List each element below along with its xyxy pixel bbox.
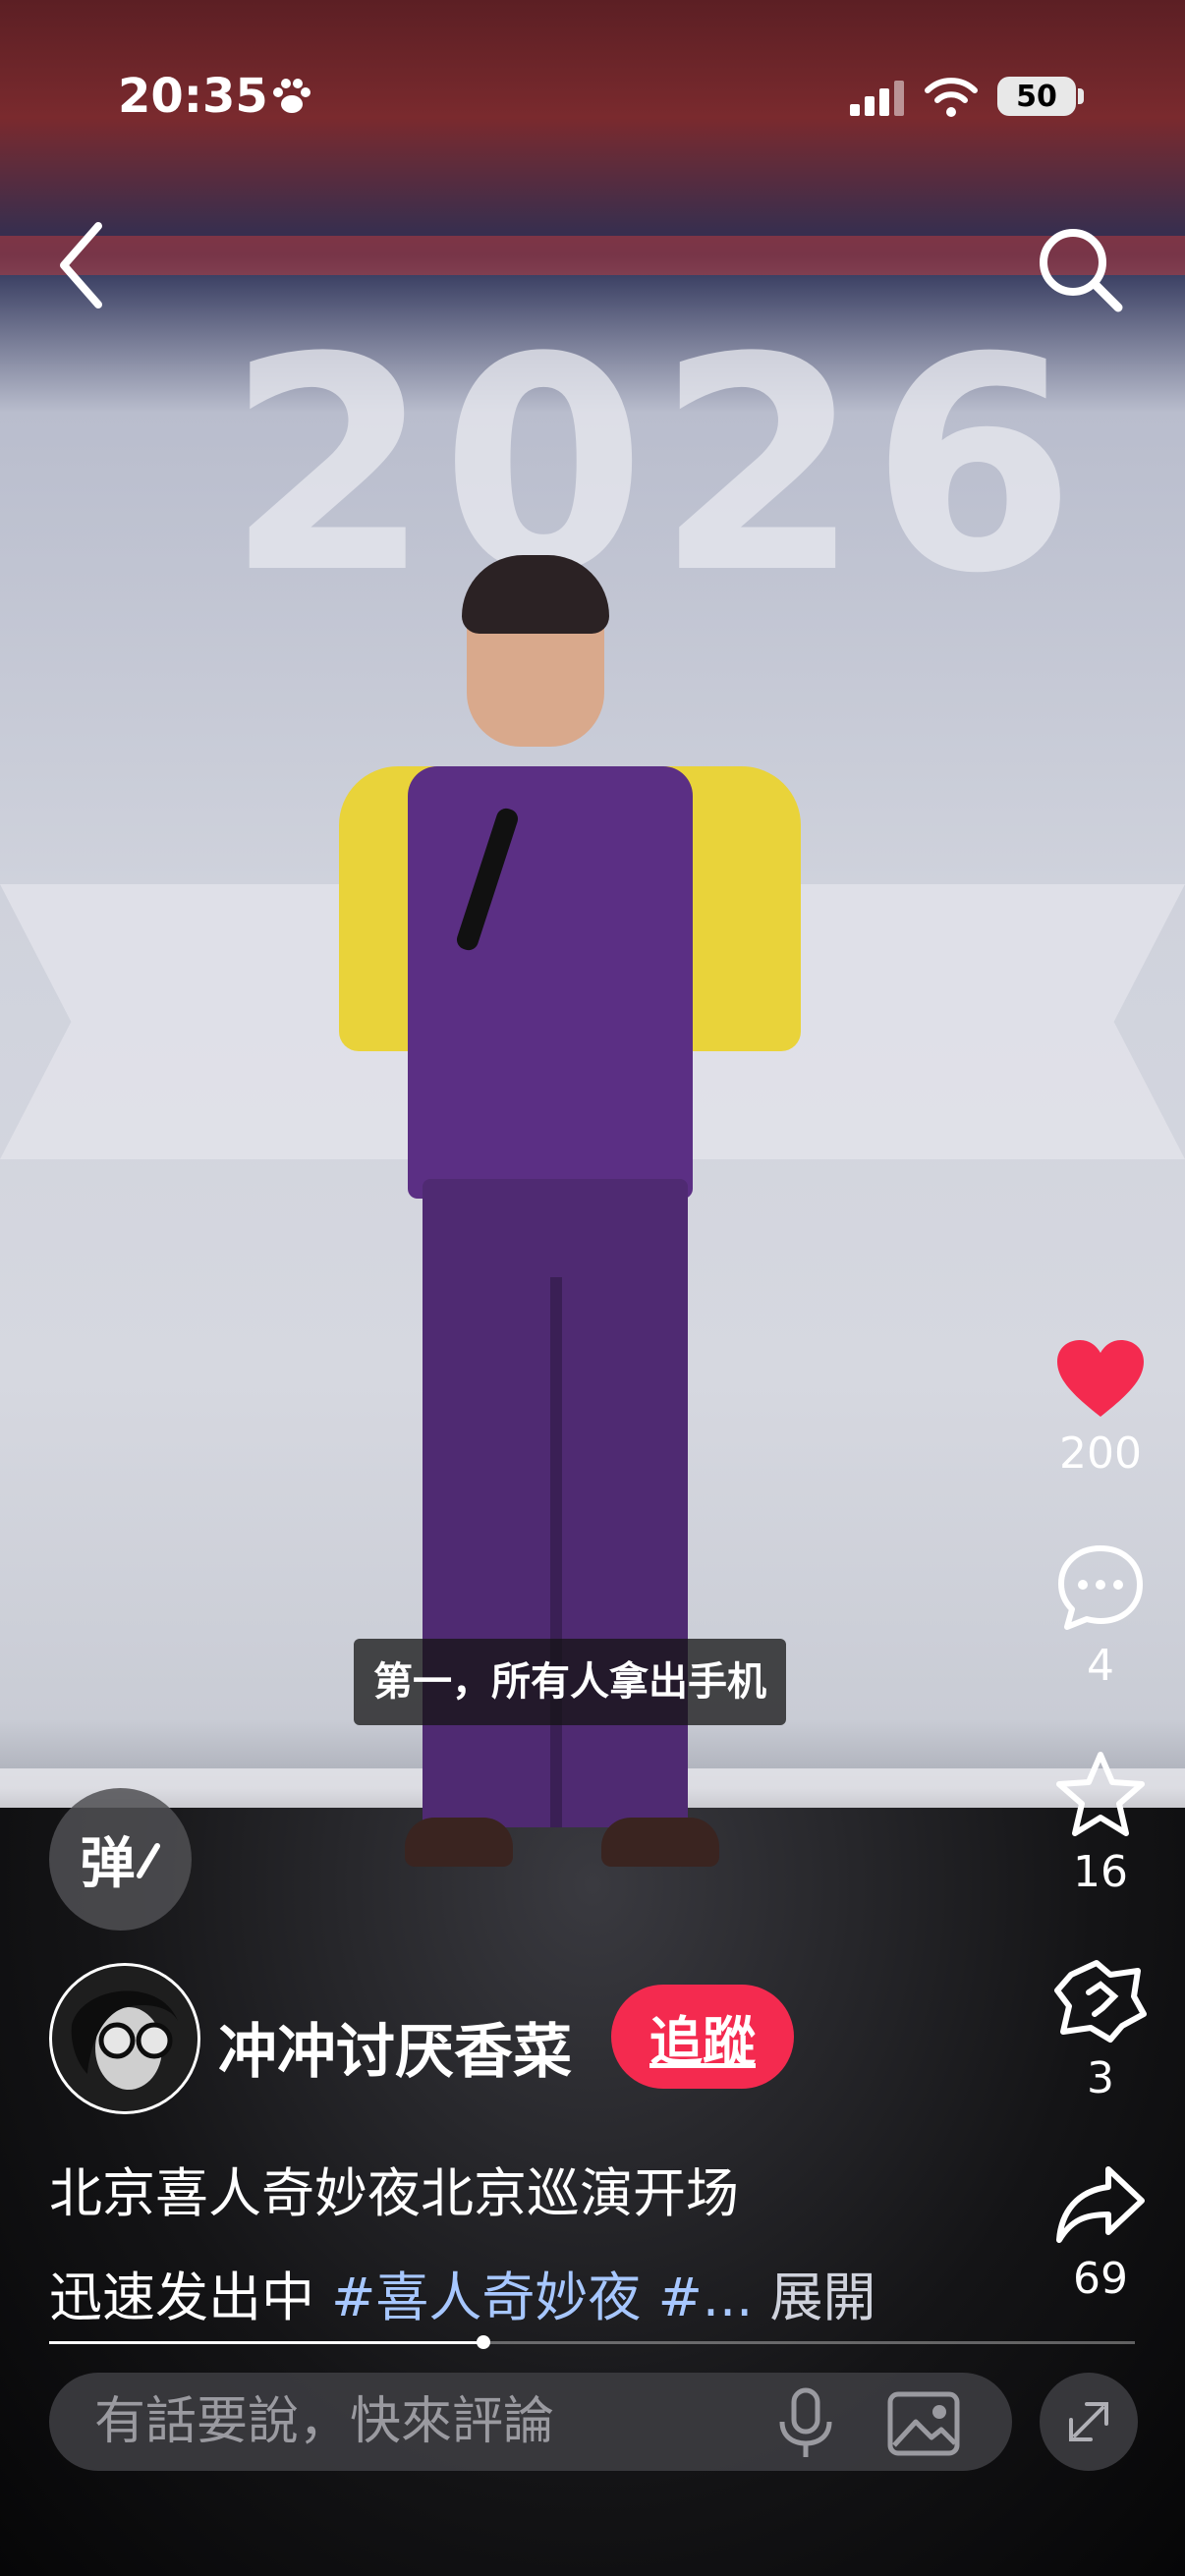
- pencil-icon: [136, 1842, 160, 1878]
- video-progress-bar[interactable]: [49, 2335, 1135, 2349]
- fullscreen-exit-icon: [1069, 2402, 1108, 2441]
- description-text: 迅速发出中: [49, 2267, 332, 2328]
- heart-icon: [1057, 1340, 1144, 1417]
- performer-vest: [408, 766, 693, 1199]
- paw-icon: [273, 79, 310, 113]
- hashtag-link-truncated[interactable]: #...: [641, 2267, 754, 2328]
- gift-count: 3: [1087, 2053, 1114, 2103]
- danmaku-label: 弹: [80, 1832, 136, 1896]
- collect-count: 16: [1073, 1847, 1128, 1897]
- comment-input[interactable]: [94, 2373, 733, 2471]
- image-icon: [887, 2391, 960, 2456]
- performer-shoe-right: [601, 1818, 719, 1867]
- hashtag-link[interactable]: #喜人奇妙夜: [331, 2267, 641, 2328]
- share-count: 69: [1073, 2254, 1128, 2304]
- backdrop-banner: [0, 236, 1185, 275]
- performer-shoe-left: [405, 1818, 513, 1867]
- comment-count: 4: [1087, 1641, 1114, 1691]
- microphone-icon: [779, 2387, 832, 2457]
- signal-icon: [850, 81, 904, 116]
- chevron-left-icon: [60, 222, 102, 308]
- star-icon: [1056, 1752, 1145, 1836]
- share-arrow-icon: [1056, 2166, 1145, 2243]
- author-name[interactable]: 冲冲讨厌香菜: [218, 2004, 572, 2090]
- video-progress-handle[interactable]: [477, 2335, 490, 2349]
- video-subtitle: 第一，所有人拿出手机: [354, 1639, 786, 1725]
- search-button[interactable]: [1032, 221, 1130, 319]
- like-count: 200: [1059, 1428, 1142, 1479]
- gift-button[interactable]: 3: [1042, 1955, 1159, 2103]
- comment-button[interactable]: 4: [1042, 1542, 1159, 1691]
- gift-icon: [1054, 1960, 1147, 2043]
- like-button[interactable]: 200: [1042, 1336, 1159, 1479]
- description-line-1: 北京喜人奇妙夜北京巡演开场: [49, 2162, 739, 2224]
- follow-button[interactable]: 追蹤: [611, 1985, 794, 2089]
- status-bar: 20:35 50: [0, 59, 1185, 138]
- performer-pants-seam: [550, 1277, 562, 1827]
- backdrop-year-text: 2026: [226, 295, 1086, 638]
- battery-tip: [1078, 88, 1084, 104]
- author-avatar[interactable]: [49, 1963, 200, 2114]
- fullscreen-button[interactable]: [1040, 2373, 1138, 2471]
- image-attach-button[interactable]: [884, 2384, 963, 2463]
- avatar-illustration: [52, 1966, 198, 2111]
- comment-bar: [49, 2373, 1012, 2471]
- collect-button[interactable]: 16: [1042, 1749, 1159, 1897]
- danmaku-toggle-button[interactable]: 弹: [49, 1788, 192, 1931]
- voice-input-button[interactable]: [766, 2384, 845, 2463]
- status-time: 20:35: [118, 69, 268, 124]
- battery-indicator: 50: [997, 77, 1076, 116]
- comment-bubble-icon: [1058, 1545, 1143, 1630]
- video-description[interactable]: 北京喜人奇妙夜北京巡演开场 迅速发出中 #喜人奇妙夜 #... 展開: [49, 2142, 992, 2350]
- back-button[interactable]: [49, 216, 118, 314]
- video-progress-fill: [49, 2341, 483, 2344]
- wifi-icon: [925, 78, 978, 117]
- search-icon: [1040, 229, 1123, 312]
- share-button[interactable]: 69: [1042, 2161, 1159, 2304]
- description-line-2: 迅速发出中 #喜人奇妙夜 #... 展開: [49, 2246, 992, 2350]
- expand-button[interactable]: 展開: [753, 2267, 875, 2328]
